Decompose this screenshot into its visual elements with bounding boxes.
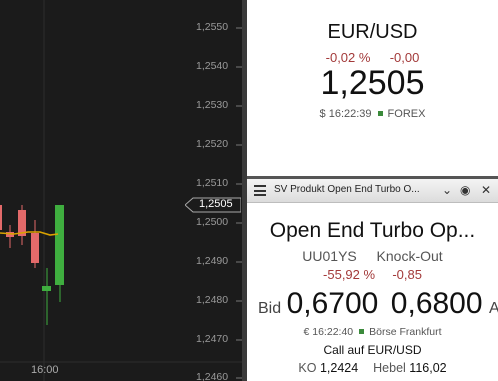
quote-panel: EUR/USD -0,02 % -0,00 1,2505 $ 16:22:39 F… [247,0,498,179]
status-dot-icon [377,111,383,117]
ask-price[interactable]: 0,6800 [391,287,483,320]
quote-timestamp: $ 16:22:39 [319,108,372,120]
ko-label: KO [298,361,317,375]
product-window-titlebar: SV Produkt Open End Turbo O... ⌄ ◉ ✕ [247,179,498,203]
y-tick-label: 1,2520 [196,138,229,150]
bid-ask-row: Bid 0,6700 0,6800 A [258,287,498,321]
product-name: Open End Turbo Op... [269,219,476,242]
quote-change: -0,02 % -0,00 [247,50,498,65]
ask-label: A [489,300,498,317]
candlesticks [0,205,64,325]
change-percent: -0,02 % [325,50,371,65]
y-tick-label: 1,2480 [196,294,229,306]
quote-exchange: FOREX [387,108,426,120]
candle-4 [31,233,39,263]
current-price-marker: 1,2505 [185,197,241,213]
instrument-name: EUR/USD [327,21,418,43]
product-change: -55,92 % -0,85 [247,267,498,282]
ko-value: 1,2424 [319,361,359,375]
collapse-icon[interactable]: ⌄ [442,183,452,197]
y-tick-label: 1,2490 [196,255,229,267]
bid-label: Bid [258,300,282,317]
candle-1 [0,205,2,230]
y-tick-label: 1,2460 [196,371,229,381]
product-change-absolute: -0,85 [392,267,422,282]
product-panel: SV Produkt Open End Turbo O... ⌄ ◉ ✕ Ope… [247,179,498,381]
candle-5 [42,286,51,291]
window-title: SV Produkt Open End Turbo O... [274,184,420,195]
product-timestamp: € 16:22:40 [303,326,354,338]
price-chart[interactable]: 1,2550 1,2540 1,2530 1,2520 1,2510 1,250… [0,0,242,381]
change-absolute: -0,00 [389,50,420,65]
quote-price: 1,2505 [320,64,425,102]
product-type: Knock-Out [376,248,443,264]
product-exchange: Börse Frankfurt [369,326,442,338]
product-change-percent: -55,92 % [323,267,376,282]
candle-6 [55,205,64,285]
current-price-label: 1,2505 [199,198,233,210]
leverage-label: Hebel [373,361,406,375]
status-dot-icon [359,329,365,335]
leverage-value: 116,02 [409,361,447,375]
menu-icon[interactable] [254,185,266,196]
product-ko-row: KO 1,2424 Hebel 116,02 [247,361,498,375]
time-axis-label: 16:00 [31,364,59,376]
chart-canvas[interactable] [0,0,242,381]
quote-meta: $ 16:22:39 FOREX [247,108,498,120]
bid-price[interactable]: 0,6700 [287,287,379,320]
y-tick-label: 1,2500 [196,216,229,228]
product-description: Call auf EUR/USD [323,343,422,357]
product-ids: UU01YS Knock-Out [247,248,498,264]
product-meta: € 16:22:40 Börse Frankfurt [247,326,498,338]
y-tick-label: 1,2550 [196,21,229,33]
y-tick-label: 1,2510 [196,177,229,189]
y-tick-label: 1,2530 [196,99,229,111]
product-wkn: UU01YS [302,248,357,264]
y-tick-label: 1,2540 [196,60,229,72]
y-tick-label: 1,2470 [196,333,229,345]
close-icon[interactable]: ✕ [481,183,491,197]
target-icon[interactable]: ◉ [460,183,470,197]
